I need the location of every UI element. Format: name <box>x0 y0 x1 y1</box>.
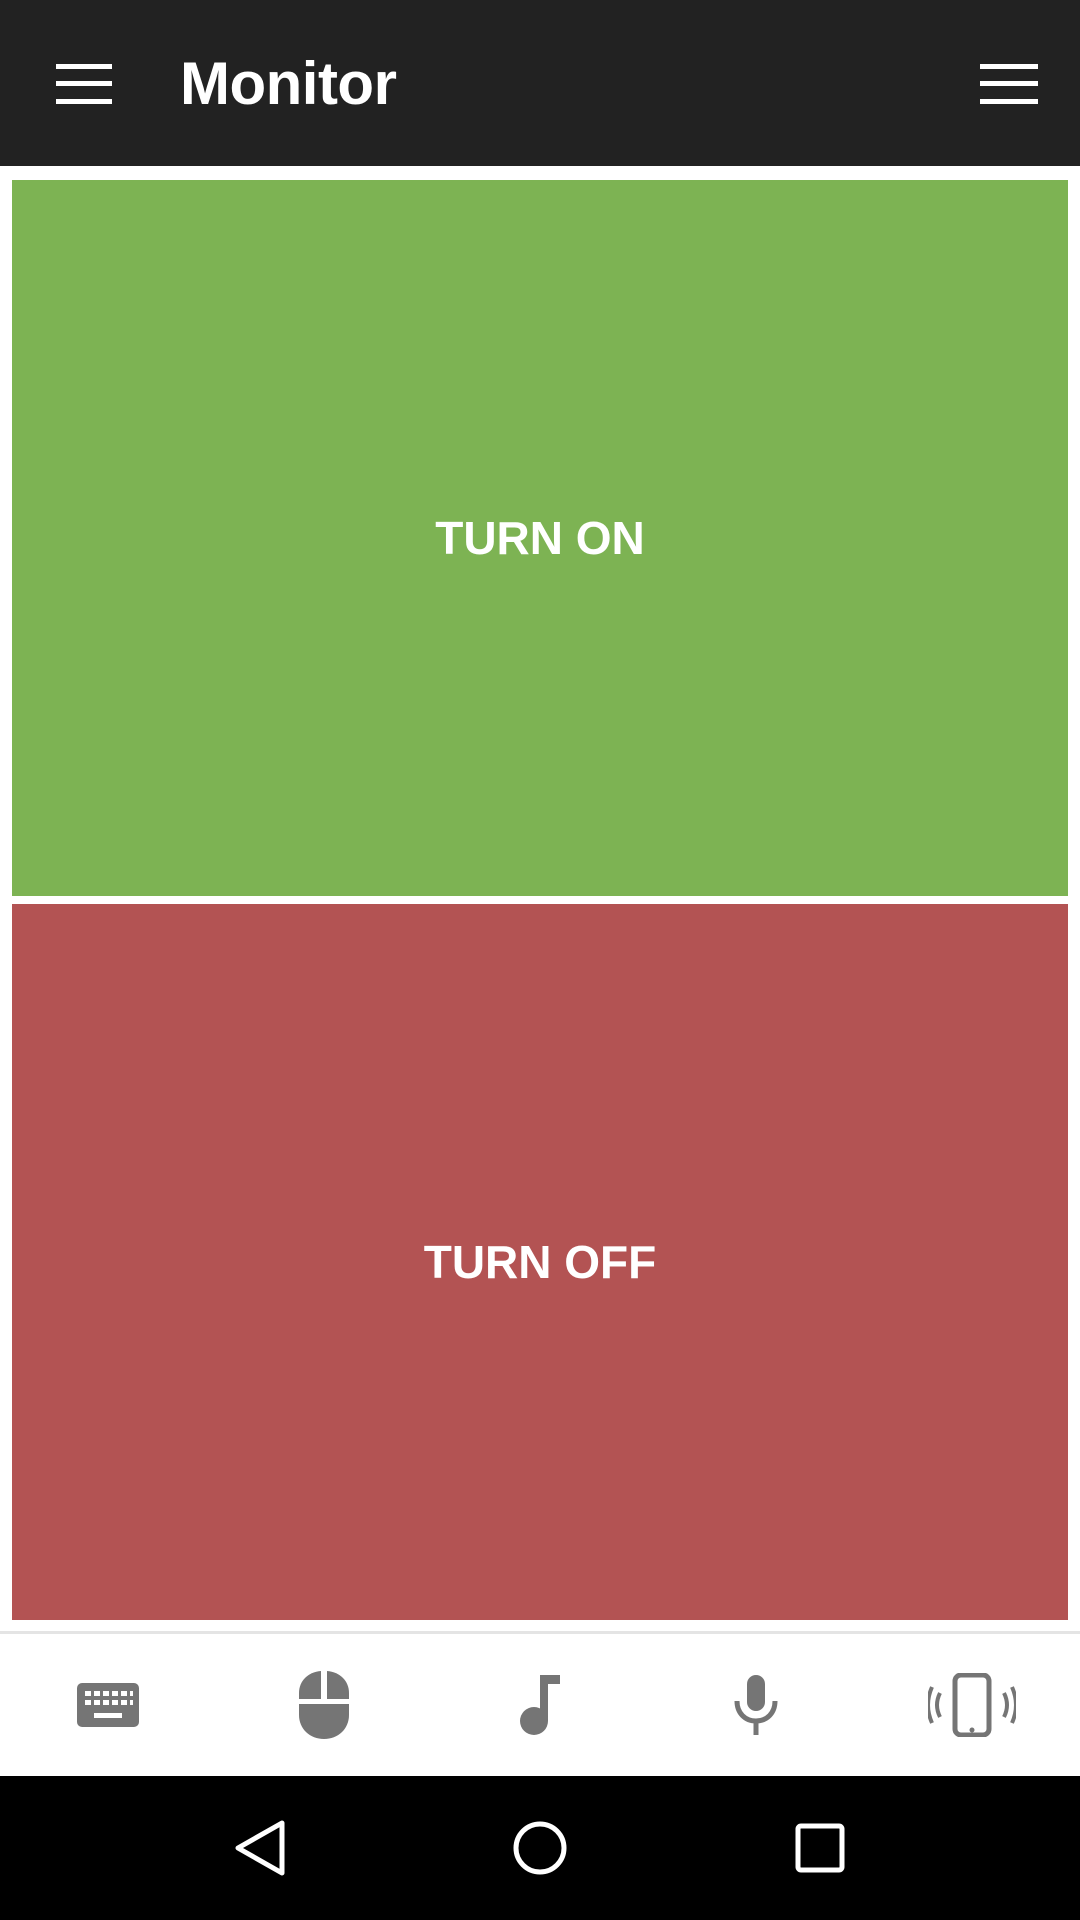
main-content: TURN ON TURN OFF <box>0 166 1080 1631</box>
home-circle-icon <box>513 1821 567 1875</box>
top-app-bar: Monitor <box>0 0 1080 166</box>
overflow-menu-icon[interactable] <box>980 64 1038 104</box>
nav-microphone[interactable] <box>648 1634 864 1776</box>
app-root: Monitor TURN ON TURN OFF <box>0 0 1080 1920</box>
turn-off-label: TURN OFF <box>423 1236 657 1288</box>
back-triangle-icon <box>235 1820 285 1876</box>
nav-vibrate[interactable] <box>864 1634 1080 1776</box>
keyboard-icon <box>77 1683 139 1727</box>
bottom-navigation <box>0 1634 1080 1776</box>
system-home-button[interactable] <box>480 1788 600 1908</box>
system-recents-button[interactable] <box>760 1788 880 1908</box>
nav-keyboard[interactable] <box>0 1634 216 1776</box>
nav-music[interactable] <box>432 1634 648 1776</box>
system-back-button[interactable] <box>200 1788 320 1908</box>
turn-off-button[interactable]: TURN OFF <box>12 904 1068 1620</box>
microphone-icon <box>734 1675 778 1735</box>
turn-on-button[interactable]: TURN ON <box>12 180 1068 896</box>
recents-square-icon <box>795 1823 845 1873</box>
nav-mouse[interactable] <box>216 1634 432 1776</box>
music-note-icon <box>520 1675 560 1735</box>
page-title: Monitor <box>180 50 397 117</box>
system-navigation-bar <box>0 1776 1080 1920</box>
phone-vibrate-icon <box>928 1673 1016 1737</box>
mouse-icon <box>299 1671 349 1739</box>
hamburger-menu-icon[interactable] <box>56 64 112 104</box>
turn-on-label: TURN ON <box>435 512 645 564</box>
